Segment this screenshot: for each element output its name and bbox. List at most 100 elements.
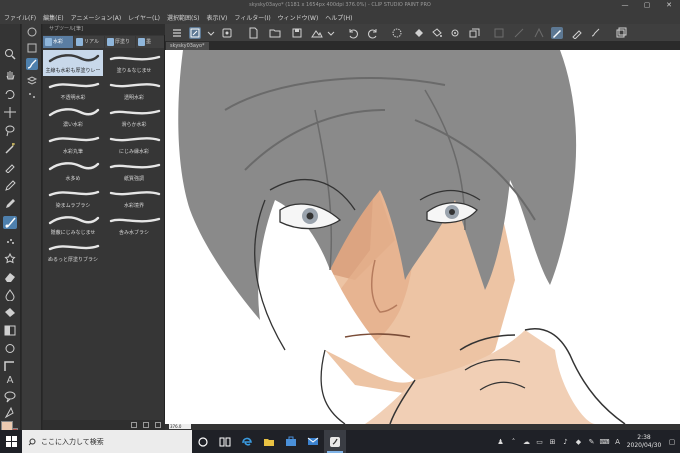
brush-item[interactable]: 水多め bbox=[43, 158, 103, 184]
ruler-icon[interactable] bbox=[513, 27, 525, 39]
delete-subtool-icon[interactable] bbox=[155, 422, 161, 428]
menu-window[interactable]: ウィンドウ(W) bbox=[278, 13, 319, 22]
clear-icon[interactable] bbox=[391, 27, 403, 39]
maximize-button[interactable]: ▢ bbox=[636, 0, 658, 10]
brush-group-icon[interactable] bbox=[26, 26, 38, 38]
brush-item[interactable]: ぬるっと厚塗りブラシ bbox=[43, 239, 103, 265]
save-icon[interactable] bbox=[291, 27, 303, 39]
edit-icon[interactable] bbox=[551, 27, 563, 39]
minimize-button[interactable]: — bbox=[614, 0, 636, 10]
brush-item[interactable]: 塗り＆なじませ bbox=[104, 50, 164, 76]
snap-icon[interactable] bbox=[533, 27, 545, 39]
brush-item[interactable]: 染まムラブラシ bbox=[43, 185, 103, 211]
export-icon[interactable] bbox=[311, 27, 323, 39]
document-tab[interactable]: skysky03ayo* bbox=[166, 42, 209, 50]
redo-icon[interactable] bbox=[367, 27, 379, 39]
notification-icon[interactable]: ▢ bbox=[664, 430, 680, 453]
explorer-icon[interactable] bbox=[258, 430, 280, 453]
text-icon[interactable]: A bbox=[4, 375, 16, 387]
cortana-icon[interactable] bbox=[192, 430, 214, 453]
layer-icon[interactable] bbox=[493, 27, 505, 39]
zoom-field[interactable]: 376.0 bbox=[169, 424, 191, 429]
hand-icon[interactable] bbox=[3, 68, 17, 81]
brush-item[interactable]: 滑らか水彩 bbox=[104, 104, 164, 130]
clock[interactable]: 2:38 2020/04/30 bbox=[624, 434, 664, 450]
pen-group-icon[interactable] bbox=[26, 42, 38, 54]
menu-edit[interactable]: 編集(E) bbox=[43, 13, 63, 22]
menu-icon[interactable] bbox=[171, 27, 183, 39]
brush-icon[interactable] bbox=[589, 27, 601, 39]
tab-thick-paint[interactable]: 厚塗り bbox=[105, 36, 135, 48]
layer-group-icon[interactable] bbox=[26, 74, 38, 86]
settings-icon[interactable] bbox=[449, 27, 461, 39]
shape-icon[interactable] bbox=[3, 342, 17, 355]
close-button[interactable]: ✕ bbox=[658, 0, 680, 10]
brush-item[interactable]: 濃い水彩 bbox=[43, 104, 103, 130]
undo-icon[interactable] bbox=[347, 27, 359, 39]
brush-item[interactable]: 隠蔽にじみなじませ bbox=[43, 212, 103, 238]
brush-item[interactable]: 含み水ブラシ bbox=[104, 212, 164, 238]
menu-layer[interactable]: レイヤー(L) bbox=[128, 13, 160, 22]
decoration-icon[interactable] bbox=[3, 252, 17, 265]
blend-icon[interactable] bbox=[3, 288, 17, 301]
tab-ink[interactable]: 墨 bbox=[136, 36, 164, 48]
airbrush-icon[interactable] bbox=[3, 234, 17, 247]
taskbar-search[interactable]: ここに入力して検索 bbox=[22, 430, 192, 453]
pen-icon[interactable] bbox=[571, 27, 583, 39]
eraser-icon[interactable] bbox=[3, 270, 17, 283]
menu-selection[interactable]: 選択範囲(S) bbox=[167, 13, 200, 22]
pen-settings-icon[interactable]: ✎ bbox=[585, 430, 598, 453]
menu-file[interactable]: ファイル(F) bbox=[4, 13, 36, 22]
chevron-down-icon[interactable] bbox=[205, 27, 217, 39]
fill-icon[interactable] bbox=[413, 27, 425, 39]
edge-icon[interactable] bbox=[236, 430, 258, 453]
tab-real[interactable]: リアル bbox=[74, 36, 104, 48]
pencil-icon[interactable] bbox=[3, 197, 17, 210]
brush-item[interactable]: 紙質強調 bbox=[104, 158, 164, 184]
add-subtool-icon[interactable] bbox=[131, 422, 137, 428]
start-button[interactable] bbox=[0, 430, 22, 453]
texture-group-icon[interactable] bbox=[26, 90, 38, 102]
move-icon[interactable] bbox=[3, 106, 17, 119]
gradient-icon[interactable] bbox=[3, 324, 17, 337]
brush-item[interactable]: 透明水彩 bbox=[104, 77, 164, 103]
frame-icon[interactable] bbox=[3, 360, 17, 373]
fit-view-icon[interactable] bbox=[221, 27, 233, 39]
brush-item[interactable]: 水彩丸筆 bbox=[43, 131, 103, 157]
menu-help[interactable]: ヘルプ(H) bbox=[325, 13, 352, 22]
keyboard-icon[interactable]: ⌨ bbox=[598, 430, 611, 453]
rotate-icon[interactable] bbox=[3, 88, 17, 101]
zoom-icon[interactable] bbox=[3, 48, 17, 61]
ime-indicator[interactable]: A bbox=[611, 430, 624, 453]
menu-animation[interactable]: アニメーション(A) bbox=[71, 13, 122, 22]
watercolor-group-icon[interactable] bbox=[26, 58, 38, 70]
copy-subtool-icon[interactable] bbox=[143, 422, 149, 428]
chevron-down-icon[interactable] bbox=[325, 27, 337, 39]
brush-item[interactable]: にじみ縁水彩 bbox=[104, 131, 164, 157]
fill-icon[interactable] bbox=[3, 306, 17, 319]
transform-icon[interactable] bbox=[469, 27, 481, 39]
eyedropper-icon[interactable] bbox=[3, 160, 17, 173]
task-view-icon[interactable] bbox=[214, 430, 236, 453]
correct-line-icon[interactable] bbox=[3, 406, 17, 419]
brush-item[interactable]: 水彩境界 bbox=[104, 185, 164, 211]
lasso-icon[interactable] bbox=[3, 124, 17, 137]
cloud-icon[interactable]: ☁ bbox=[520, 430, 533, 453]
chevron-up-icon[interactable]: ˄ bbox=[507, 430, 520, 453]
brush-item[interactable]: 主線も水彩も厚塗りレー bbox=[43, 50, 103, 76]
wand-icon[interactable] bbox=[3, 142, 17, 155]
volume-icon[interactable]: ♪ bbox=[559, 430, 572, 453]
network-icon[interactable]: ⊞ bbox=[546, 430, 559, 453]
mail-icon[interactable] bbox=[302, 430, 324, 453]
tab-watercolor[interactable]: 水彩 bbox=[43, 36, 73, 48]
new-icon[interactable] bbox=[247, 27, 259, 39]
clip-studio-icon[interactable] bbox=[324, 430, 346, 453]
open-icon[interactable] bbox=[269, 27, 281, 39]
pen-icon[interactable] bbox=[3, 179, 17, 192]
bucket-icon[interactable] bbox=[431, 27, 443, 39]
battery-icon[interactable]: ▭ bbox=[533, 430, 546, 453]
drawing-canvas[interactable] bbox=[165, 50, 680, 424]
panel-icon[interactable] bbox=[615, 27, 627, 39]
balloon-icon[interactable] bbox=[3, 390, 17, 403]
command-bar-icon[interactable] bbox=[189, 27, 201, 39]
